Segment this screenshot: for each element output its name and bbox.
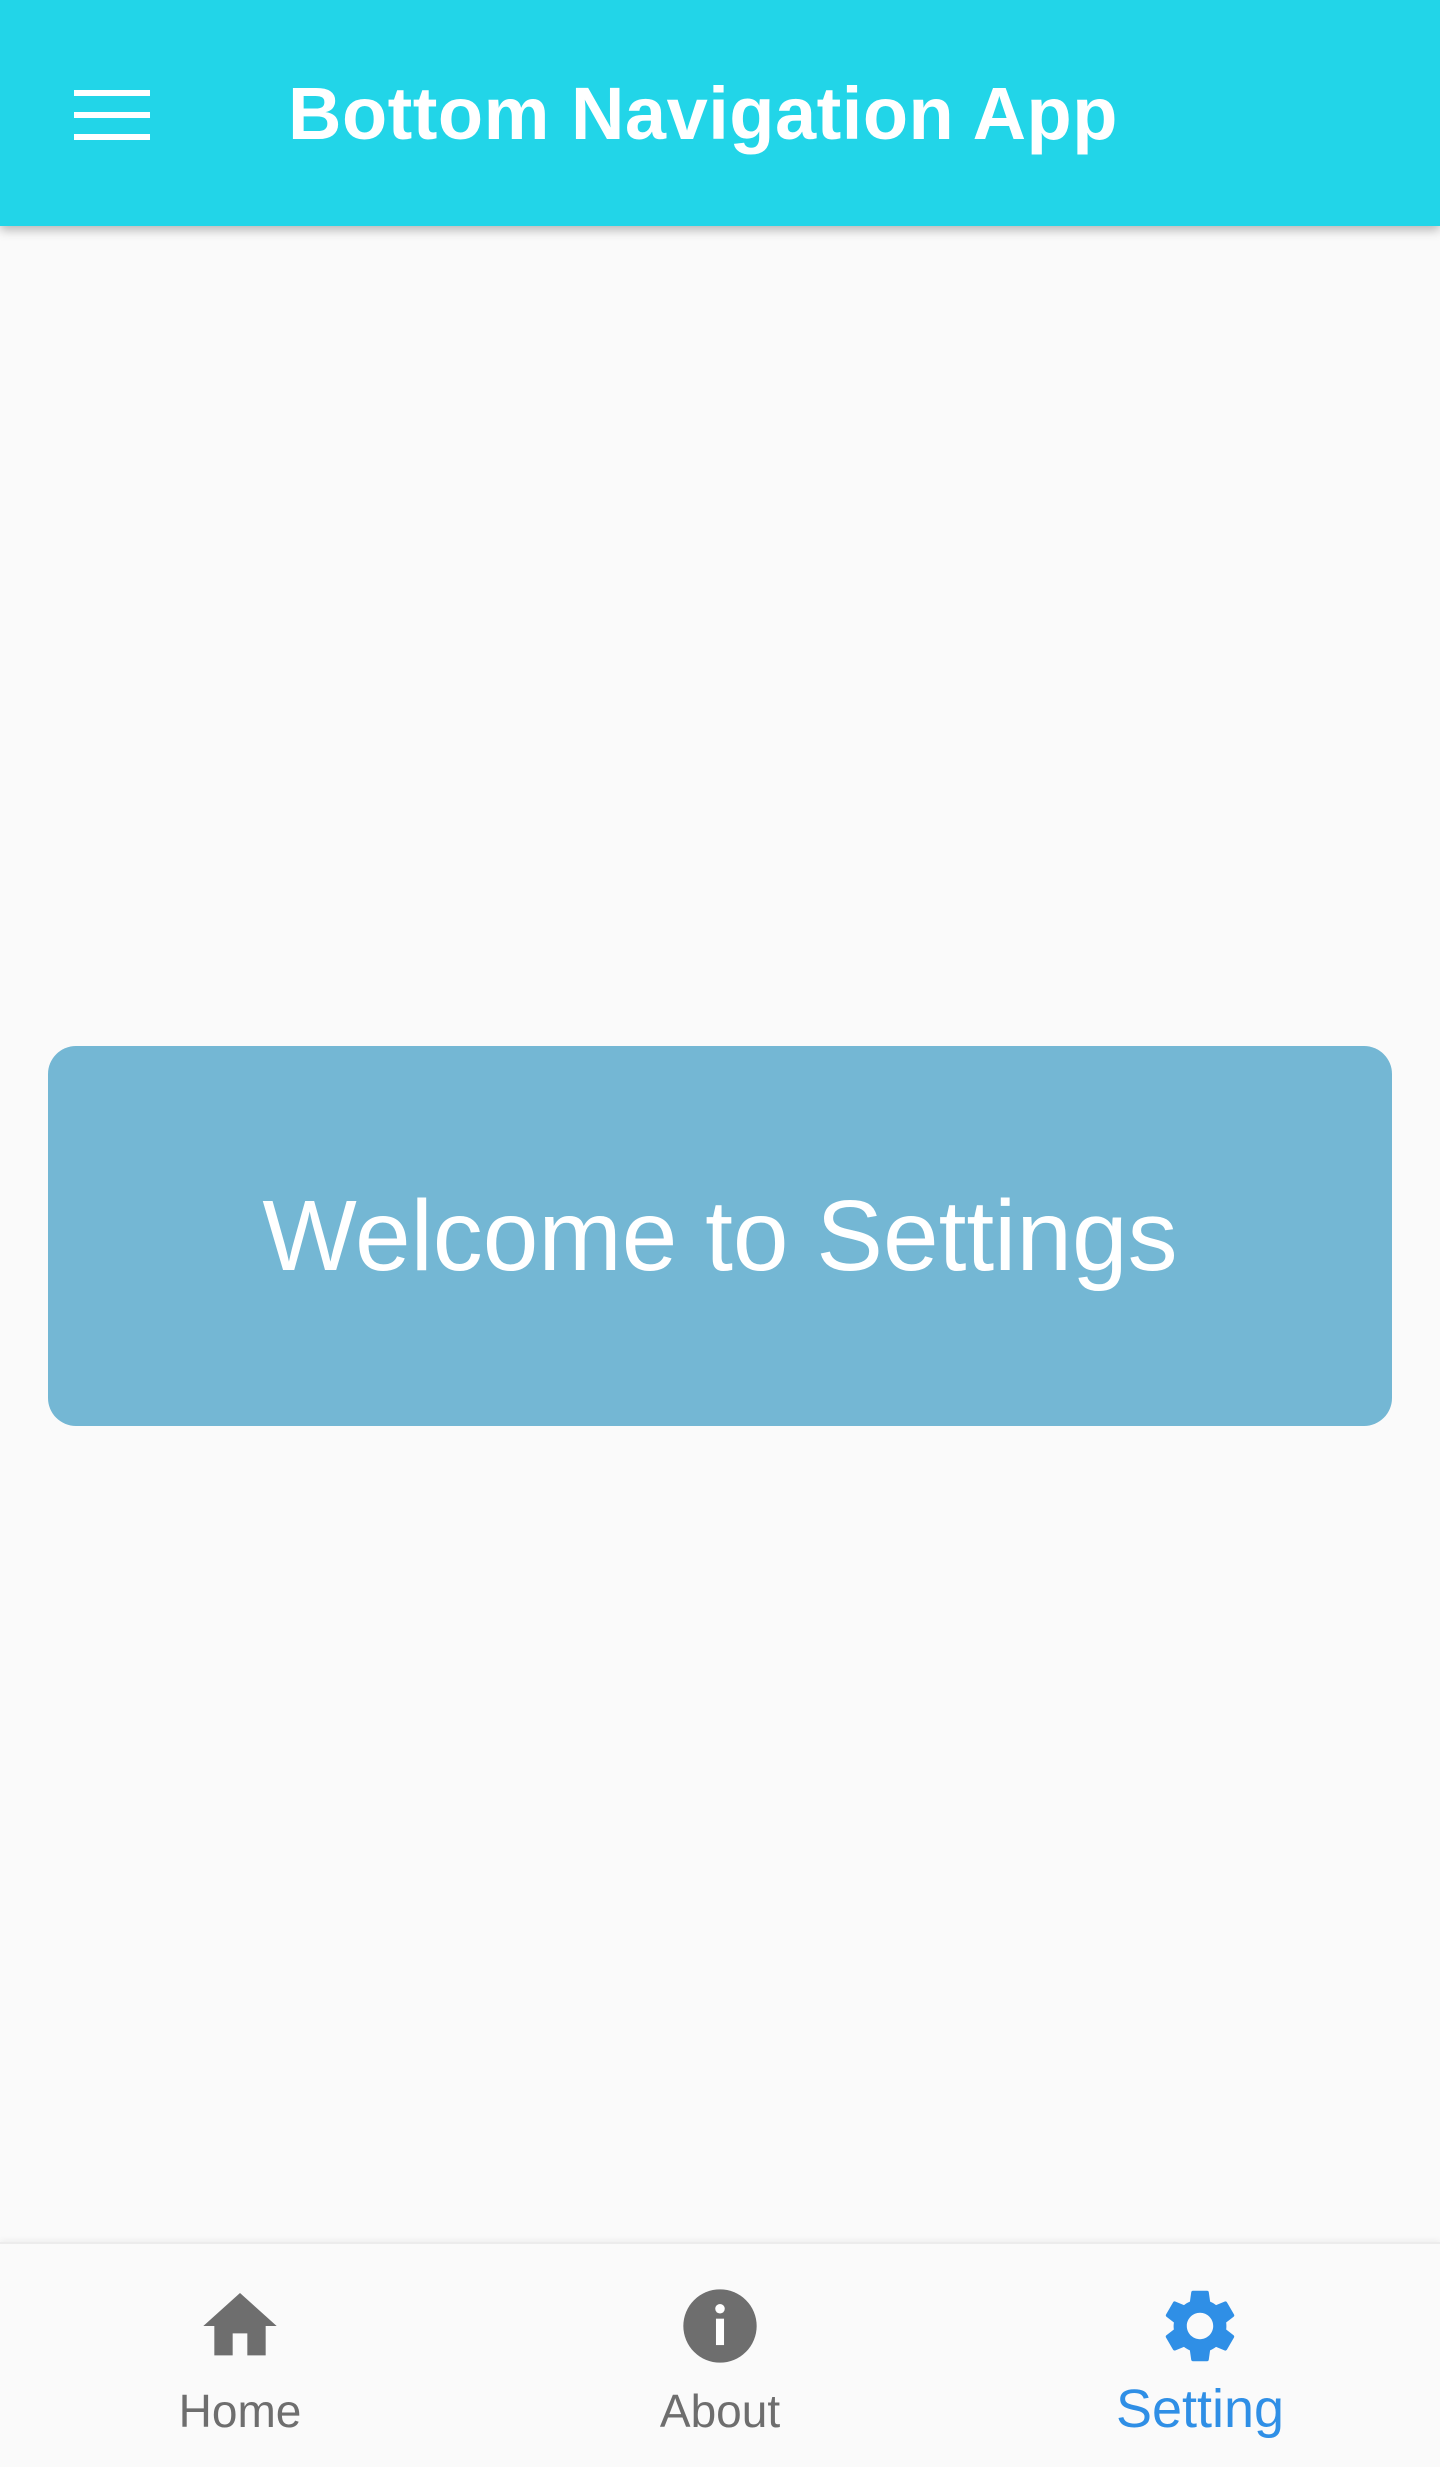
- bottom-navigation-bar: Home About Setting: [0, 2242, 1440, 2467]
- menu-button[interactable]: [40, 58, 184, 172]
- app-title: Bottom Navigation App: [288, 71, 1118, 155]
- nav-item-about[interactable]: About: [480, 2244, 960, 2467]
- welcome-text: Welcome to Settings: [262, 1179, 1178, 1292]
- info-icon: [676, 2282, 764, 2370]
- nav-label-about: About: [659, 2385, 781, 2437]
- gear-icon: [1156, 2282, 1244, 2370]
- nav-item-home[interactable]: Home: [0, 2244, 480, 2467]
- main-content: Welcome to Settings: [0, 226, 1440, 2242]
- welcome-card: Welcome to Settings: [48, 1046, 1392, 1426]
- nav-label-home: Home: [178, 2385, 302, 2437]
- home-icon: [196, 2282, 284, 2370]
- hamburger-menu-icon: [74, 90, 150, 140]
- app-bar: Bottom Navigation App: [0, 0, 1440, 226]
- nav-item-setting[interactable]: Setting: [960, 2244, 1440, 2467]
- nav-label-setting: Setting: [1115, 2379, 1285, 2439]
